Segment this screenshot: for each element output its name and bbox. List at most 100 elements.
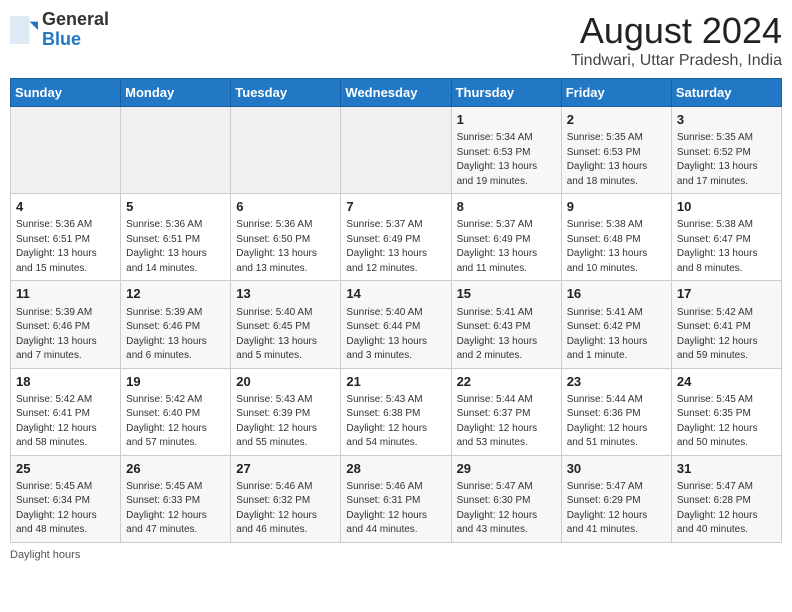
day-info: Sunrise: 5:45 AM Sunset: 6:34 PM Dayligh… — [16, 480, 115, 538]
logo-text: General Blue — [42, 10, 109, 50]
day-number: 28 — [346, 460, 445, 478]
day-info: Sunrise: 5:36 AM Sunset: 6:51 PM Dayligh… — [126, 218, 225, 276]
day-info: Sunrise: 5:45 AM Sunset: 6:35 PM Dayligh… — [677, 393, 776, 451]
footer-note: Daylight hours — [10, 549, 782, 561]
logo-general: General — [42, 9, 109, 29]
day-number: 23 — [567, 373, 666, 391]
calendar-cell: 3Sunrise: 5:35 AM Sunset: 6:52 PM Daylig… — [671, 107, 781, 194]
day-info: Sunrise: 5:43 AM Sunset: 6:39 PM Dayligh… — [236, 393, 335, 451]
day-info: Sunrise: 5:43 AM Sunset: 6:38 PM Dayligh… — [346, 393, 445, 451]
day-number: 4 — [16, 198, 115, 216]
day-number: 1 — [457, 111, 556, 129]
weekday-header-tuesday: Tuesday — [231, 79, 341, 107]
main-title: August 2024 — [571, 10, 782, 52]
calendar-cell: 21 Sunrise: 5:43 AM Sunset: 6:38 PM Dayli… — [341, 368, 451, 455]
day-number: 29 — [457, 460, 556, 478]
header: General Blue August 2024 Tindwari, Uttar… — [10, 10, 782, 70]
day-number: 25 — [16, 460, 115, 478]
day-info: Sunrise: 5:38 AM Sunset: 6:47 PM Dayligh… — [677, 218, 776, 276]
calendar-cell: 22Sunrise: 5:44 AM Sunset: 6:37 PM Dayli… — [451, 368, 561, 455]
day-info: Sunrise: 5:41 AM Sunset: 6:42 PM Dayligh… — [567, 306, 666, 364]
calendar-cell: 25 Sunrise: 5:45 AM Sunset: 6:34 PM Dayli… — [11, 455, 121, 542]
day-number: 8 — [457, 198, 556, 216]
day-number: 31 — [677, 460, 776, 478]
day-info: Sunrise: 5:37 AM Sunset: 6:49 PM Dayligh… — [457, 218, 556, 276]
calendar-cell: 26Sunrise: 5:45 AM Sunset: 6:33 PM Dayli… — [121, 455, 231, 542]
weekday-header-row: SundayMondayTuesdayWednesdayThursdayFrid… — [11, 79, 782, 107]
calendar-cell: 17 Sunrise: 5:42 AM Sunset: 6:41 PM Dayli… — [671, 281, 781, 368]
calendar-cell: 20 Sunrise: 5:43 AM Sunset: 6:39 PM Dayli… — [231, 368, 341, 455]
day-info: Sunrise: 5:36 AM Sunset: 6:50 PM Dayligh… — [236, 218, 335, 276]
calendar-cell — [11, 107, 121, 194]
calendar-cell: 2Sunrise: 5:35 AM Sunset: 6:53 PM Daylig… — [561, 107, 671, 194]
calendar-cell: 23 Sunrise: 5:44 AM Sunset: 6:36 PM Dayli… — [561, 368, 671, 455]
week-row-1: 1 Sunrise: 5:34 AM Sunset: 6:53 PM Daylig… — [11, 107, 782, 194]
day-number: 27 — [236, 460, 335, 478]
weekday-header-sunday: Sunday — [11, 79, 121, 107]
day-number: 12 — [126, 285, 225, 303]
day-number: 5 — [126, 198, 225, 216]
title-area: August 2024 Tindwari, Uttar Pradesh, Ind… — [571, 10, 782, 70]
week-row-3: 11 Sunrise: 5:39 AM Sunset: 6:46 PM Dayli… — [11, 281, 782, 368]
day-info: Sunrise: 5:47 AM Sunset: 6:30 PM Dayligh… — [457, 480, 556, 538]
day-number: 6 — [236, 198, 335, 216]
day-number: 15 — [457, 285, 556, 303]
calendar-cell: 24Sunrise: 5:45 AM Sunset: 6:35 PM Dayli… — [671, 368, 781, 455]
calendar-cell: 14Sunrise: 5:40 AM Sunset: 6:44 PM Dayli… — [341, 281, 451, 368]
calendar-cell — [231, 107, 341, 194]
day-number: 17 — [677, 285, 776, 303]
weekday-header-saturday: Saturday — [671, 79, 781, 107]
logo: General Blue — [10, 10, 109, 50]
day-info: Sunrise: 5:46 AM Sunset: 6:31 PM Dayligh… — [346, 480, 445, 538]
day-info: Sunrise: 5:47 AM Sunset: 6:28 PM Dayligh… — [677, 480, 776, 538]
calendar-cell: 19Sunrise: 5:42 AM Sunset: 6:40 PM Dayli… — [121, 368, 231, 455]
day-info: Sunrise: 5:42 AM Sunset: 6:41 PM Dayligh… — [677, 306, 776, 364]
calendar-cell: 15 Sunrise: 5:41 AM Sunset: 6:43 PM Dayli… — [451, 281, 561, 368]
day-number: 3 — [677, 111, 776, 129]
day-info: Sunrise: 5:34 AM Sunset: 6:53 PM Dayligh… — [457, 131, 556, 189]
day-info: Sunrise: 5:36 AM Sunset: 6:51 PM Dayligh… — [16, 218, 115, 276]
calendar-cell: 30Sunrise: 5:47 AM Sunset: 6:29 PM Dayli… — [561, 455, 671, 542]
day-number: 19 — [126, 373, 225, 391]
day-number: 18 — [16, 373, 115, 391]
day-number: 7 — [346, 198, 445, 216]
day-number: 11 — [16, 285, 115, 303]
calendar-cell: 7 Sunrise: 5:37 AM Sunset: 6:49 PM Daylig… — [341, 194, 451, 281]
day-info: Sunrise: 5:41 AM Sunset: 6:43 PM Dayligh… — [457, 306, 556, 364]
calendar-cell: 1 Sunrise: 5:34 AM Sunset: 6:53 PM Daylig… — [451, 107, 561, 194]
day-number: 9 — [567, 198, 666, 216]
calendar-cell: 9 Sunrise: 5:38 AM Sunset: 6:48 PM Daylig… — [561, 194, 671, 281]
day-number: 10 — [677, 198, 776, 216]
week-row-4: 18Sunrise: 5:42 AM Sunset: 6:41 PM Dayli… — [11, 368, 782, 455]
day-info: Sunrise: 5:44 AM Sunset: 6:36 PM Dayligh… — [567, 393, 666, 451]
calendar-cell: 28 Sunrise: 5:46 AM Sunset: 6:31 PM Dayli… — [341, 455, 451, 542]
calendar-cell: 13Sunrise: 5:40 AM Sunset: 6:45 PM Dayli… — [231, 281, 341, 368]
day-info: Sunrise: 5:39 AM Sunset: 6:46 PM Dayligh… — [126, 306, 225, 364]
day-info: Sunrise: 5:35 AM Sunset: 6:53 PM Dayligh… — [567, 131, 666, 189]
calendar-cell: 16 Sunrise: 5:41 AM Sunset: 6:42 PM Dayli… — [561, 281, 671, 368]
week-row-2: 4 Sunrise: 5:36 AM Sunset: 6:51 PM Daylig… — [11, 194, 782, 281]
day-number: 16 — [567, 285, 666, 303]
day-info: Sunrise: 5:39 AM Sunset: 6:46 PM Dayligh… — [16, 306, 115, 364]
weekday-header-wednesday: Wednesday — [341, 79, 451, 107]
day-info: Sunrise: 5:44 AM Sunset: 6:37 PM Dayligh… — [457, 393, 556, 451]
day-info: Sunrise: 5:47 AM Sunset: 6:29 PM Dayligh… — [567, 480, 666, 538]
calendar-cell: 5 Sunrise: 5:36 AM Sunset: 6:51 PM Daylig… — [121, 194, 231, 281]
week-row-5: 25 Sunrise: 5:45 AM Sunset: 6:34 PM Dayli… — [11, 455, 782, 542]
day-info: Sunrise: 5:40 AM Sunset: 6:45 PM Dayligh… — [236, 306, 335, 364]
day-number: 21 — [346, 373, 445, 391]
day-number: 20 — [236, 373, 335, 391]
day-info: Sunrise: 5:38 AM Sunset: 6:48 PM Dayligh… — [567, 218, 666, 276]
logo-blue: Blue — [42, 29, 81, 49]
calendar-cell: 6 Sunrise: 5:36 AM Sunset: 6:50 PM Daylig… — [231, 194, 341, 281]
day-info: Sunrise: 5:45 AM Sunset: 6:33 PM Dayligh… — [126, 480, 225, 538]
subtitle: Tindwari, Uttar Pradesh, India — [571, 52, 782, 70]
calendar-cell: 18Sunrise: 5:42 AM Sunset: 6:41 PM Dayli… — [11, 368, 121, 455]
weekday-header-thursday: Thursday — [451, 79, 561, 107]
day-info: Sunrise: 5:37 AM Sunset: 6:49 PM Dayligh… — [346, 218, 445, 276]
logo-icon — [10, 16, 38, 44]
calendar-cell: 8 Sunrise: 5:37 AM Sunset: 6:49 PM Daylig… — [451, 194, 561, 281]
calendar-cell: 29 Sunrise: 5:47 AM Sunset: 6:30 PM Dayli… — [451, 455, 561, 542]
calendar-cell: 10 Sunrise: 5:38 AM Sunset: 6:47 PM Dayli… — [671, 194, 781, 281]
calendar-table: SundayMondayTuesdayWednesdayThursdayFrid… — [10, 78, 782, 543]
